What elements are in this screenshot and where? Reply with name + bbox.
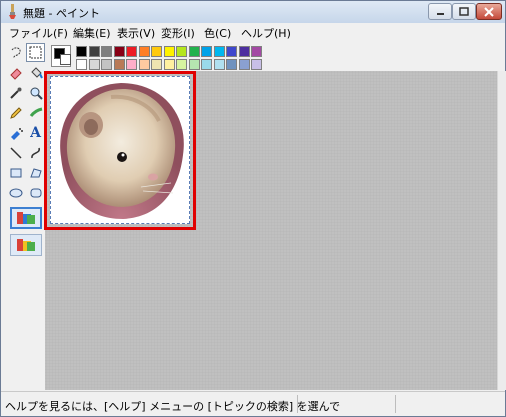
rounded-rect-icon <box>30 188 41 197</box>
rectangle-icon <box>10 168 21 177</box>
paint-bucket-icon <box>30 66 43 78</box>
pencil-icon <box>9 106 22 119</box>
color-swatch[interactable] <box>113 59 125 70</box>
color-swatch[interactable] <box>76 59 87 70</box>
color-swatch[interactable] <box>101 46 112 57</box>
color-swatch[interactable] <box>213 46 225 57</box>
menu-file[interactable]: ファイル(F) <box>9 25 68 41</box>
eraser-tool[interactable] <box>6 63 25 82</box>
menu-bar: ファイル(F) 編集(E) 表示(V) 変形(I) 色(C) ヘルプ(H) <box>1 23 505 41</box>
pick-color-tool[interactable] <box>6 83 25 102</box>
color-swatch[interactable] <box>251 46 262 57</box>
color-swatch[interactable] <box>238 59 250 70</box>
paint-app-icon <box>9 4 16 19</box>
ellipse-icon <box>9 188 22 197</box>
close-button[interactable] <box>476 3 502 20</box>
polygon-tool[interactable] <box>26 163 45 182</box>
current-colors[interactable] <box>51 45 71 67</box>
color-swatch[interactable] <box>138 59 150 70</box>
rounded-rect-tool[interactable] <box>26 183 45 202</box>
status-bar: ヘルプを見るには、[ヘルプ] メニューの [トピックの検索] を選んで <box>1 391 505 416</box>
eyedropper-icon <box>9 87 21 99</box>
color-swatch[interactable] <box>113 46 125 57</box>
window-title: 無題 - ペイント <box>23 7 100 20</box>
transparent-selection-option[interactable] <box>10 234 42 256</box>
background-color <box>60 54 71 65</box>
text-tool-glyph: A <box>30 124 41 141</box>
color-swatch[interactable] <box>151 59 162 70</box>
color-swatch[interactable] <box>76 46 87 57</box>
status-divider <box>395 395 396 413</box>
color-swatch[interactable] <box>176 59 187 70</box>
menu-colors[interactable]: 色(C) <box>204 25 231 41</box>
maximize-button[interactable] <box>452 3 476 20</box>
status-text: ヘルプを見るには、[ヘルプ] メニューの [トピックの検索] を選んで <box>5 400 341 413</box>
maximize-icon <box>459 7 469 16</box>
menu-view[interactable]: 表示(V) <box>117 25 155 41</box>
magnifier-icon <box>30 87 43 100</box>
color-swatch[interactable] <box>101 59 112 70</box>
paint-window: 無題 - ペイント ファイル(F) 編集(E) 表示(V) 変形(I) 色(C)… <box>0 0 506 417</box>
color-swatch[interactable] <box>201 59 212 70</box>
color-swatch[interactable] <box>163 46 175 57</box>
curve-tool[interactable] <box>26 143 45 162</box>
opaque-option-icon <box>17 212 35 224</box>
color-swatch[interactable] <box>88 59 100 70</box>
status-divider <box>297 395 298 413</box>
color-swatch[interactable] <box>126 46 137 57</box>
minimize-icon <box>436 13 444 15</box>
rect-select-tool[interactable] <box>26 43 45 62</box>
brush-tool[interactable] <box>26 103 45 122</box>
color-swatch[interactable] <box>163 59 175 70</box>
color-swatch[interactable] <box>188 59 200 70</box>
menu-help[interactable]: ヘルプ(H) <box>241 25 291 41</box>
close-icon <box>484 6 494 17</box>
color-palette <box>49 41 262 71</box>
fill-tool[interactable] <box>26 63 45 82</box>
lasso-icon <box>11 46 21 58</box>
airbrush-tool[interactable] <box>6 123 25 142</box>
curve-icon <box>30 147 40 158</box>
pencil-tool[interactable] <box>6 103 25 122</box>
line-icon <box>9 146 22 159</box>
color-swatch[interactable] <box>238 46 250 57</box>
brush-icon <box>29 107 42 117</box>
text-tool[interactable]: A <box>26 123 45 142</box>
rectangle-tool[interactable] <box>6 163 25 182</box>
color-swatch[interactable] <box>138 46 150 57</box>
magnifier-tool[interactable] <box>26 83 45 102</box>
title-bar: 無題 - ペイント <box>1 1 505 24</box>
color-swatch[interactable] <box>88 46 100 57</box>
color-swatch[interactable] <box>226 46 237 57</box>
polygon-icon <box>29 167 42 177</box>
airbrush-icon <box>10 127 23 140</box>
eraser-icon <box>9 67 22 80</box>
highlight-box <box>44 71 196 230</box>
opaque-selection-option[interactable] <box>10 207 42 229</box>
menu-edit[interactable]: 編集(E) <box>73 25 111 41</box>
transparent-option-icon <box>17 239 35 251</box>
ellipse-tool[interactable] <box>6 183 25 202</box>
rect-select-icon <box>29 46 42 59</box>
color-swatch[interactable] <box>188 46 200 57</box>
toolbox: A <box>5 41 45 391</box>
color-swatch[interactable] <box>226 59 237 70</box>
color-swatch[interactable] <box>126 59 137 70</box>
minimize-button[interactable] <box>428 3 452 20</box>
menu-image[interactable]: 変形(I) <box>161 25 195 41</box>
color-swatch[interactable] <box>213 59 225 70</box>
color-swatch[interactable] <box>151 46 162 57</box>
color-swatch[interactable] <box>251 59 262 70</box>
color-swatch[interactable] <box>201 46 212 57</box>
free-form-select-tool[interactable] <box>6 43 25 62</box>
vertical-scrollbar[interactable] <box>497 71 506 390</box>
color-swatch[interactable] <box>176 46 187 57</box>
line-tool[interactable] <box>6 143 25 162</box>
